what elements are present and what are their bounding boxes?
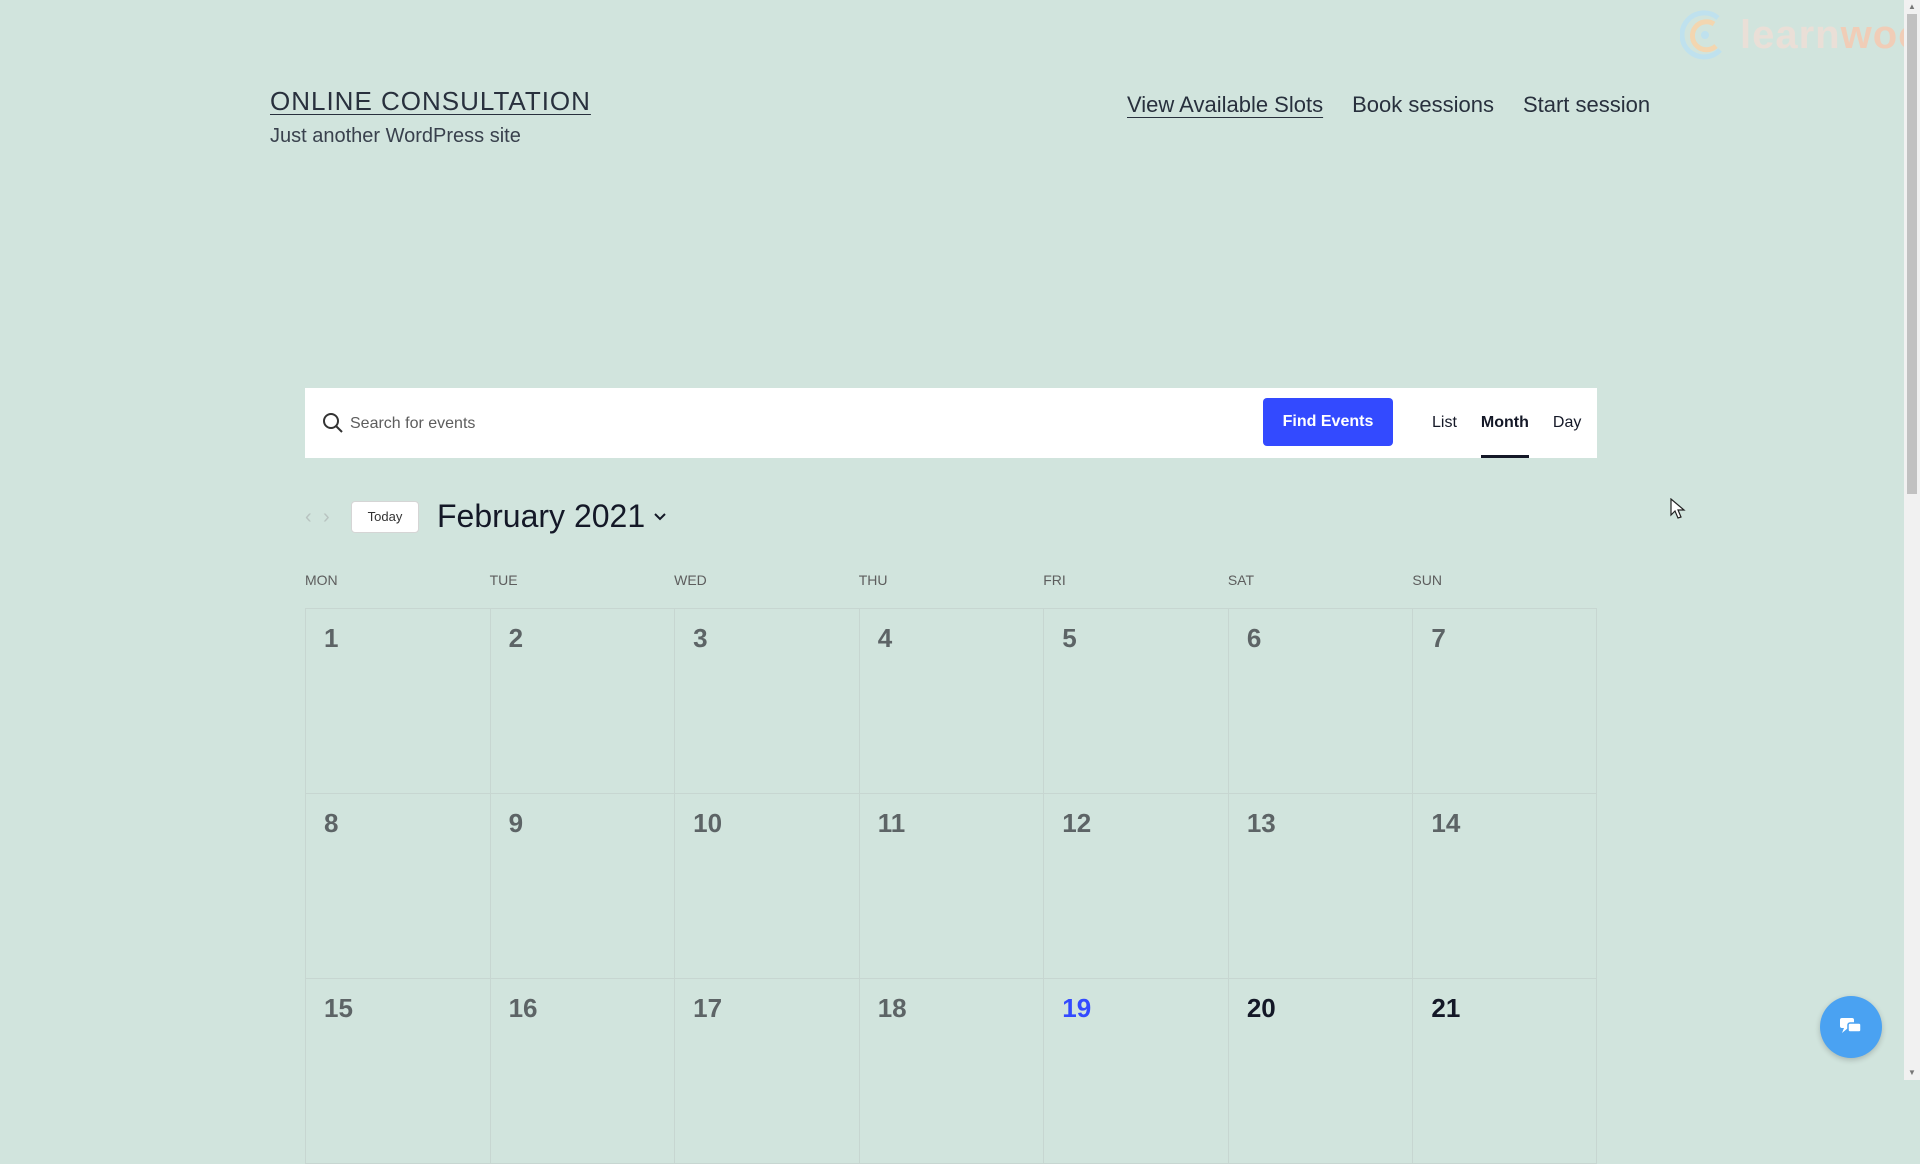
weekday-label: SUN [1412, 572, 1442, 588]
mouse-cursor-icon [1670, 498, 1686, 519]
learnwoo-logo-icon [1680, 10, 1722, 60]
calendar-day[interactable]: 14 [1412, 794, 1597, 978]
find-events-button[interactable]: Find Events [1263, 398, 1393, 446]
view-list[interactable]: List [1420, 388, 1469, 458]
page-scrollbar[interactable]: ▲ ▼ [1904, 0, 1920, 1080]
calendar-day[interactable]: 9 [489, 794, 675, 978]
calendar-toolbar: ‹ › Today February 2021 [305, 498, 667, 535]
nav-item-book-sessions[interactable]: Book sessions [1352, 92, 1494, 118]
site-tagline: Just another WordPress site [270, 125, 521, 147]
calendar-day[interactable]: 13 [1227, 794, 1413, 978]
event-search-bar: Find Events List Month Day [305, 388, 1597, 458]
site-title[interactable]: ONLINE CONSULTATION [270, 86, 591, 117]
learnwoo-logo-text: learnwoo [1740, 13, 1920, 58]
weekday-label: MON [305, 572, 338, 588]
chat-bubble-icon [1840, 1018, 1862, 1033]
calendar-day[interactable]: 4 [858, 609, 1044, 793]
weekday-header: MON TUE WED THU FRI SAT SUN [305, 566, 1597, 608]
scroll-down-icon[interactable]: ▼ [1907, 1068, 1917, 1078]
search-icon [323, 413, 343, 433]
view-month[interactable]: Month [1469, 388, 1541, 458]
calendar-day[interactable]: 21 [1412, 979, 1597, 1163]
weekday-label: FRI [1043, 572, 1066, 588]
calendar-day-today[interactable]: 19 [1043, 979, 1228, 1163]
chat-widget-button[interactable] [1820, 996, 1882, 1058]
calendar-day[interactable]: 1 [305, 609, 490, 793]
calendar-day[interactable]: 16 [489, 979, 675, 1163]
weekday-label: THU [858, 572, 888, 588]
calendar-day[interactable]: 3 [674, 609, 859, 793]
search-events-input[interactable] [348, 402, 1252, 446]
learnwoo-watermark: learnwoo [1680, 8, 1920, 62]
scroll-up-icon[interactable]: ▲ [1907, 2, 1917, 12]
calendar-day[interactable]: 11 [858, 794, 1044, 978]
calendar-day[interactable]: 5 [1043, 609, 1228, 793]
nav-item-view-available-slots[interactable]: View Available Slots [1127, 92, 1323, 118]
calendar-day[interactable]: 7 [1412, 609, 1597, 793]
calendar-day[interactable]: 8 [305, 794, 490, 978]
calendar-week: 1 2 3 4 5 6 7 [305, 609, 1597, 794]
calendar-week: 15 16 17 18 19 20 21 [305, 979, 1597, 1164]
calendar-day[interactable]: 15 [305, 979, 490, 1163]
calendar-day[interactable]: 2 [489, 609, 675, 793]
previous-month-icon[interactable]: ‹ [305, 507, 323, 527]
calendar-day[interactable]: 10 [674, 794, 859, 978]
page: ONLINE CONSULTATION Just another WordPre… [0, 0, 1920, 1164]
scrollbar-thumb[interactable] [1907, 14, 1917, 494]
weekday-label: SAT [1227, 572, 1255, 588]
calendar-week: 8 9 10 11 12 13 14 [305, 794, 1597, 979]
calendar-day[interactable]: 6 [1227, 609, 1413, 793]
chevron-down-icon[interactable] [653, 510, 667, 524]
month-picker[interactable]: February 2021 [437, 498, 645, 535]
calendar-day[interactable]: 12 [1043, 794, 1228, 978]
view-day[interactable]: Day [1541, 388, 1593, 458]
weekday-label: TUE [489, 572, 518, 588]
next-month-icon[interactable]: › [323, 507, 341, 527]
logo-text-learn: learn [1740, 12, 1841, 57]
weekday-label: WED [674, 572, 707, 588]
view-selector: List Month Day [1420, 388, 1593, 458]
calendar-day[interactable]: 18 [858, 979, 1044, 1163]
month-calendar: MON TUE WED THU FRI SAT SUN 1 2 3 4 5 6 … [305, 566, 1597, 1164]
primary-nav: View Available Slots Book sessions Start… [1127, 92, 1650, 118]
calendar-weeks: 1 2 3 4 5 6 7 8 9 10 11 12 13 14 15 16 1… [305, 608, 1597, 1164]
nav-item-start-session[interactable]: Start session [1523, 92, 1650, 118]
calendar-day[interactable]: 17 [674, 979, 859, 1163]
today-button[interactable]: Today [351, 500, 419, 533]
calendar-day[interactable]: 20 [1227, 979, 1413, 1163]
